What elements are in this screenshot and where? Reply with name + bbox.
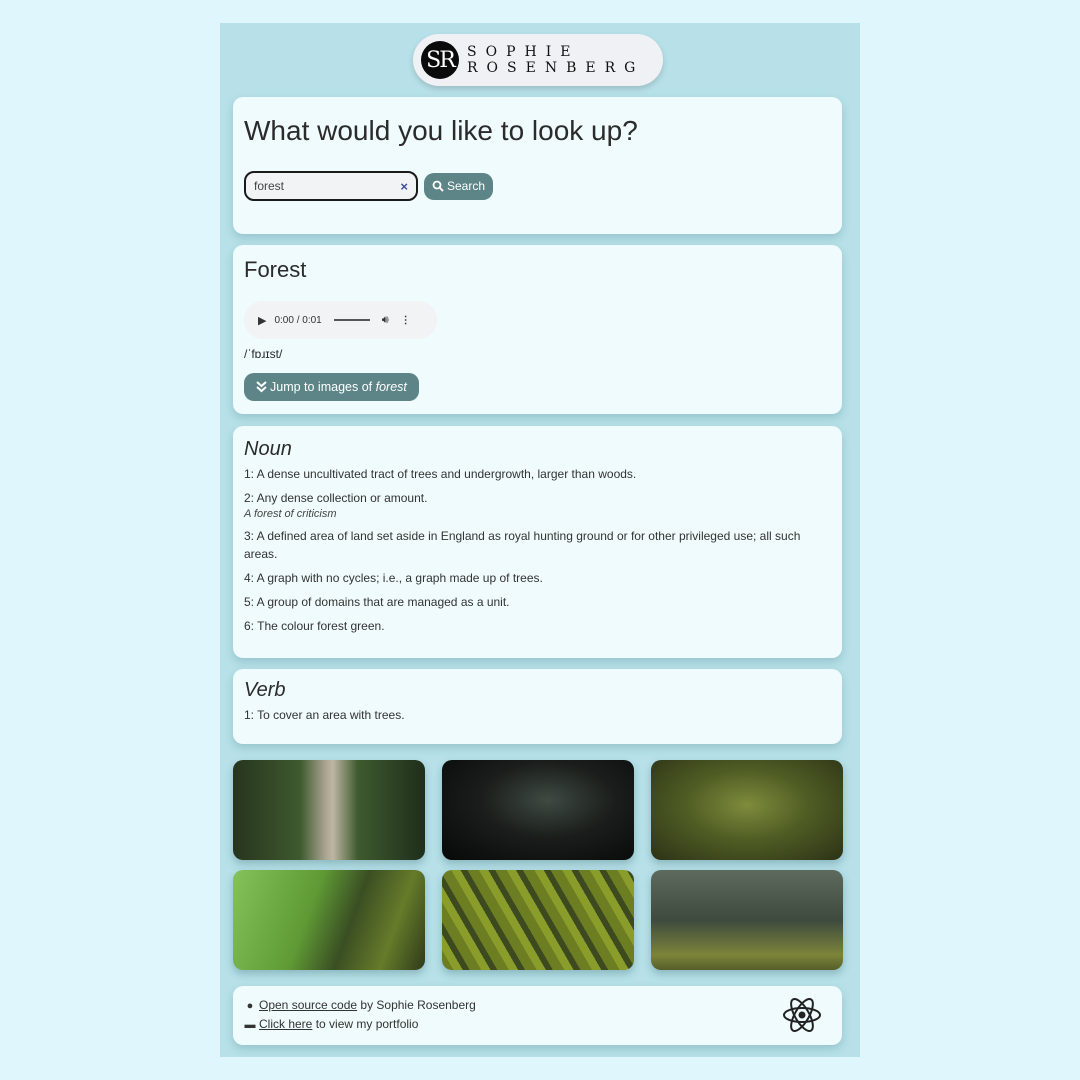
image-gallery — [233, 760, 843, 970]
gallery-image[interactable] — [233, 870, 425, 970]
gallery-image[interactable] — [651, 760, 843, 860]
play-icon[interactable]: ▶ — [258, 314, 266, 327]
part-of-speech: Verb — [244, 679, 286, 701]
github-icon: ● — [246, 1000, 254, 1012]
meaning-card-verb: Verb 1: To cover an area with trees. — [233, 669, 842, 744]
search-input-value[interactable]: forest — [254, 179, 400, 193]
search-form: forest × Search — [244, 171, 831, 201]
jump-label-word: forest — [375, 380, 407, 394]
gallery-image[interactable] — [442, 870, 634, 970]
footer-portfolio-text: to view my portfolio — [312, 1017, 419, 1031]
logo-monogram: SR — [421, 41, 459, 79]
definition: 1: To cover an area with trees. — [244, 708, 405, 722]
volume-icon[interactable]: 🔊︎ — [382, 314, 389, 327]
search-card: What would you like to look up? forest ×… — [233, 97, 842, 234]
definition: 4: A graph with no cycles; i.e., a graph… — [244, 571, 543, 585]
search-heading: What would you like to look up? — [244, 115, 638, 146]
open-source-link[interactable]: Open source code — [259, 998, 357, 1012]
phonetic: /ˈfɒɹɪst/ — [244, 347, 283, 361]
definition-example: A forest of criticism — [244, 508, 337, 520]
definition: 2: Any dense collection or amount. — [244, 491, 428, 505]
search-button-label: Search — [447, 179, 486, 193]
part-of-speech: Noun — [244, 438, 292, 460]
word-card: Forest ▶ 0:00 / 0:01 🔊︎ ⋮ /ˈfɒɹɪst/ Jump… — [233, 245, 842, 414]
jump-label-prefix: Jump to images of — [270, 380, 376, 394]
app-container: SR SOPHIE ROSENBERG What would you like … — [220, 23, 860, 1057]
meaning-card-noun: Noun 1: A dense uncultivated tract of tr… — [233, 426, 842, 658]
audio-player[interactable]: ▶ 0:00 / 0:01 🔊︎ ⋮ — [244, 301, 437, 339]
footer-line-portfolio: ▬ Click here to view my portfolio — [244, 1015, 831, 1034]
search-button[interactable]: Search — [424, 172, 494, 200]
clear-icon[interactable]: × — [400, 179, 408, 194]
more-options-icon[interactable]: ⋮ — [401, 315, 411, 326]
footer: ● Open source code by Sophie Rosenberg ▬ C… — [233, 986, 842, 1045]
react-icon — [783, 998, 821, 1032]
footer-line-source: ● Open source code by Sophie Rosenberg — [244, 996, 831, 1015]
logo[interactable]: SR SOPHIE ROSENBERG — [413, 34, 663, 86]
audio-progress-bar[interactable] — [333, 319, 370, 321]
double-chevron-down-icon — [256, 381, 267, 393]
definition: 1: A dense uncultivated tract of trees a… — [244, 467, 637, 481]
search-input[interactable]: forest × — [244, 171, 418, 201]
word-title: Forest — [244, 257, 307, 282]
definition: 6: The colour forest green. — [244, 619, 385, 633]
gallery-image[interactable] — [442, 760, 634, 860]
gallery-image[interactable] — [233, 760, 425, 860]
portfolio-link[interactable]: Click here — [259, 1017, 312, 1031]
audio-time: 0:00 / 0:01 — [274, 314, 322, 326]
logo-line-2: ROSENBERG — [467, 60, 645, 76]
jump-to-images-button[interactable]: Jump to images of forest — [244, 373, 419, 401]
footer-credit: by Sophie Rosenberg — [357, 998, 476, 1012]
gallery-image[interactable] — [651, 870, 843, 970]
definition: 5: A group of domains that are managed a… — [244, 595, 510, 609]
search-icon — [432, 180, 444, 192]
briefcase-icon: ▬ — [244, 1019, 256, 1031]
definition: 3: A defined area of land set aside in E… — [244, 529, 801, 561]
logo-line-1: SOPHIE — [467, 44, 580, 60]
logo-wordmark: SOPHIE ROSENBERG — [467, 44, 644, 76]
